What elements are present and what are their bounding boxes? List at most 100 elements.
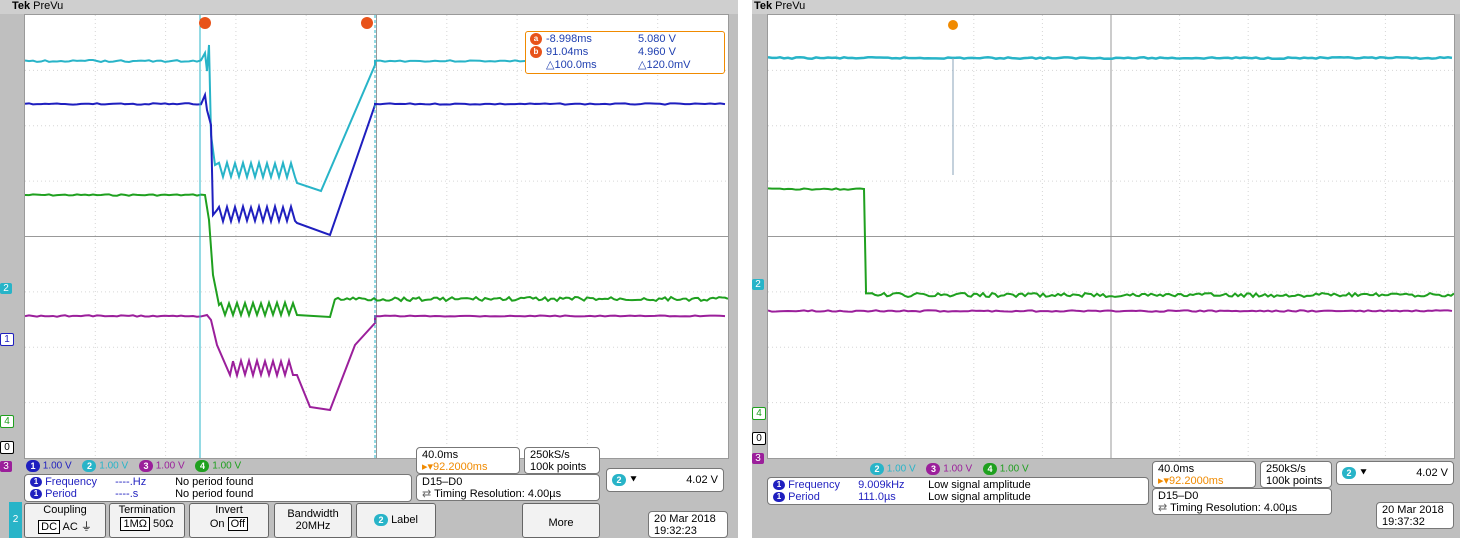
left-horizontal-panel[interactable]: 40.0ms ▸▾92.2000ms (416, 447, 520, 474)
right-top-bar (752, 0, 1460, 14)
left-channel-status-line: 1 1.00 V 2 1.00 V 3 1.00 V 4 1.00 V (26, 460, 249, 472)
graticule-grid (768, 15, 1454, 458)
right-acquisition-panel[interactable]: 250kS/s 100k points (1260, 461, 1332, 488)
ch2-chip[interactable]: 2 (82, 460, 97, 472)
r-d0-level-marker[interactable]: 0 (752, 432, 766, 445)
r-ch4-scale: 1.00 V (999, 463, 1029, 475)
right-datetime: 20 Mar 2018 19:37:32 (1376, 502, 1454, 529)
ch4-chip[interactable]: 4 (195, 460, 210, 472)
r-record-length: 100k points (1266, 475, 1323, 487)
ch1-scale: 1.00 V (42, 460, 72, 472)
r-ch2-chip[interactable]: 2 (870, 463, 884, 475)
graticule-grid (25, 15, 728, 458)
ch3-chip[interactable]: 3 (138, 460, 153, 472)
right-digital-panel[interactable]: D15–D0 ⇄ Timing Resolution: 4.00µs (1152, 488, 1332, 515)
r-meas-frequency-label: Frequency (788, 479, 841, 491)
r-trigger-level: 4.02 V (1416, 467, 1448, 479)
cursor-a-volt: 5.080 V (638, 33, 676, 45)
left-top-bar (0, 0, 738, 14)
coupling-gnd-icon[interactable]: ⏚ (81, 521, 92, 533)
meas-period-note: No period found (175, 488, 254, 500)
record-length: 100k points (530, 461, 587, 473)
left-waveform-graticule[interactable] (24, 14, 729, 459)
bandwidth-value: 20MHz (295, 520, 331, 532)
label-channel-chip: 2 (374, 514, 388, 527)
more-button[interactable]: More (522, 503, 600, 538)
r-ch4-level-marker[interactable]: 4 (752, 407, 766, 420)
r-ch2-level-marker[interactable]: 2 (752, 279, 764, 290)
ch4-level-marker[interactable]: 4 (0, 415, 14, 428)
r-ch2-scale: 1.00 V (886, 463, 916, 475)
screenshot-divider (738, 0, 752, 538)
termination-50-option[interactable]: 50Ω (153, 518, 173, 530)
timing-resolution: Timing Resolution: 4.00µs (434, 488, 562, 500)
coupling-button[interactable]: Coupling DC AC ⏚ (24, 503, 106, 538)
left-waveform-svg (25, 15, 728, 458)
r-date-value: 20 Mar 2018 (1382, 504, 1444, 516)
left-datetime: 20 Mar 2018 19:32:23 (648, 511, 728, 538)
coupling-dc-option[interactable]: DC (38, 520, 61, 534)
right-waveform-graticule[interactable] (767, 14, 1455, 459)
left-acquisition-panel[interactable]: 250kS/s 100k points (524, 447, 600, 474)
meas-frequency-note: No period found (175, 476, 254, 488)
r-digital-channels: D15–D0 (1158, 490, 1199, 502)
meas-period-label: Period (45, 488, 77, 500)
cursor-b-badge: b (530, 46, 542, 58)
left-trigger-panel[interactable]: 2 ⯆ 4.02 V (606, 468, 724, 492)
bandwidth-button[interactable]: Bandwidth 20MHz (274, 503, 352, 538)
cursor-b-marker (361, 17, 373, 29)
cursor-b-volt: 4.960 V (638, 46, 676, 58)
ch1-chip[interactable]: 1 (26, 460, 40, 472)
termination-label: Termination (118, 504, 176, 516)
r-sample-rate: 250kS/s (1266, 463, 1306, 475)
label-text: Label (391, 514, 418, 526)
r-time-value: 19:37:32 (1382, 516, 1425, 528)
cursor-b-time: 91.04ms (546, 46, 589, 58)
right-horizontal-panel[interactable]: 40.0ms ▸▾92.2000ms (1152, 461, 1256, 488)
right-brand: Tek PreVu (754, 0, 806, 12)
invert-on-option[interactable]: On (210, 518, 225, 530)
menu-channel-tab[interactable]: 2 (9, 502, 22, 538)
ch1-level-marker[interactable]: 1 (0, 333, 14, 346)
r-meas-period-label: Period (788, 491, 820, 503)
time-value: 19:32:23 (654, 525, 697, 537)
cursor-delta-time: △100.0ms (546, 59, 597, 71)
right-trigger-panel[interactable]: 2 ⯆ 4.02 V (1336, 461, 1454, 485)
r-trigger-source-chip: 2 (1342, 467, 1356, 480)
left-measurement-panel[interactable]: 1 Frequency ----.Hz No period found 1 Peri… (24, 474, 412, 502)
trigger-source-chip: 2 (612, 474, 626, 487)
more-label: More (548, 517, 574, 529)
r-ch4-chip[interactable]: 4 (982, 463, 997, 475)
r-meas-period-note: Low signal amplitude (928, 491, 1031, 503)
d0-level-marker[interactable]: 0 (0, 441, 14, 454)
ch2-scale: 1.00 V (99, 460, 129, 472)
r-meas-period-value: 111.0µs (858, 491, 896, 503)
right-scope-screen: Tek PreVu 2 4 0 3 2 1.00 V 3 1.00 V 4 1.0… (752, 0, 1460, 538)
trigger-level: 4.02 V (686, 474, 718, 486)
bandwidth-label: Bandwidth (287, 508, 339, 520)
r-trigger-position: ▸▾92.2000ms (1158, 475, 1224, 487)
invert-button[interactable]: Invert On Off (189, 503, 269, 538)
termination-button[interactable]: Termination 1MΩ 50Ω (109, 503, 185, 538)
trigger-slope-icon: ⯆ (629, 474, 638, 486)
label-button[interactable]: 2 Label (356, 503, 436, 538)
coupling-label: Coupling (43, 504, 87, 516)
coupling-ac-option[interactable]: AC (63, 521, 78, 533)
r-ch3-chip[interactable]: 3 (926, 463, 941, 475)
meas-frequency-label: Frequency (45, 476, 98, 488)
termination-1m-option[interactable]: 1MΩ (120, 517, 150, 531)
cursor-readout-panel: a -8.998ms 5.080 V b 91.04ms 4.960 V △100.0m… (525, 31, 725, 74)
right-measurement-panel[interactable]: 1 Frequency 9.009kHz Low signal amplitude … (767, 477, 1149, 505)
left-scope-screen: Tek PreVu 2 1 4 0 3 a -8.998ms 5.080 V b 91.… (0, 0, 738, 538)
right-channel-status-line: 2 1.00 V 3 1.00 V 4 1.00 V (870, 463, 1037, 475)
left-digital-panel[interactable]: D15–D0 ⇄ Timing Resolution: 4.00µs (416, 474, 600, 501)
r-ch3-level-marker[interactable]: 3 (752, 453, 764, 464)
invert-off-option[interactable]: Off (227, 517, 249, 531)
ch2-level-marker[interactable]: 2 (0, 283, 12, 294)
ch3-scale: 1.00 V (155, 460, 185, 472)
r-ch3-trace (768, 309, 1453, 313)
r-timebase-value: 40.0ms (1158, 463, 1195, 475)
ch3-level-marker[interactable]: 3 (0, 461, 12, 472)
r-timing-resolution: Timing Resolution: 4.00µs (1170, 502, 1298, 514)
r-ch2-trace (768, 55, 1453, 61)
